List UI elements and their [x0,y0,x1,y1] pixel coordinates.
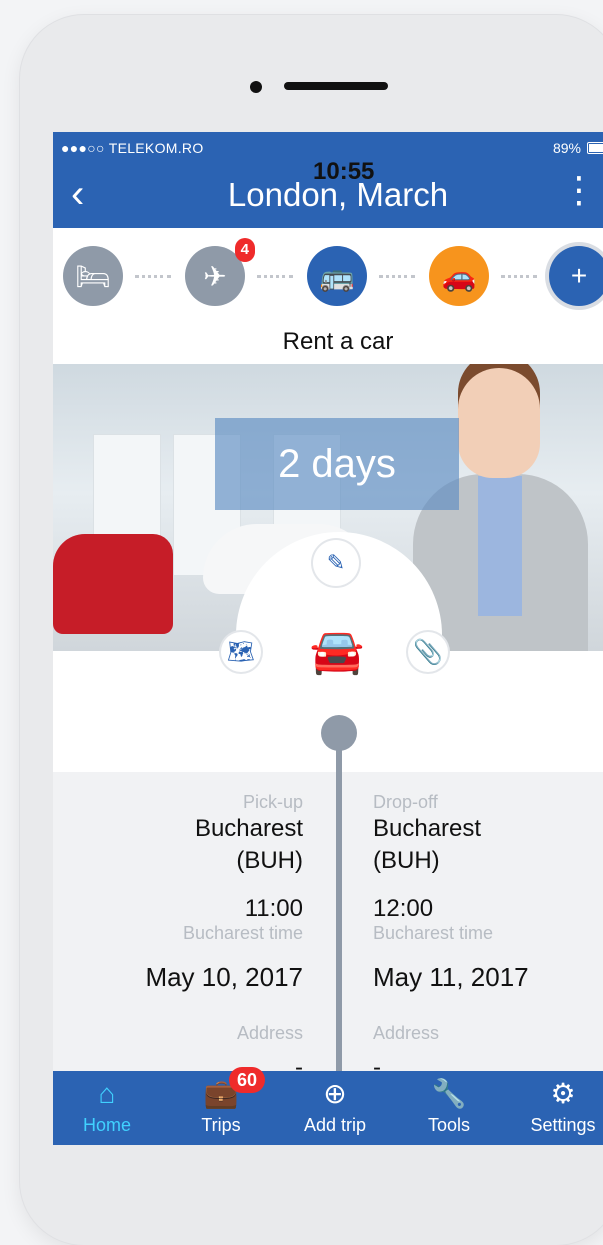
dropoff-date: May 11, 2017 [373,962,529,992]
nav-bar: ‹ London, March ⋮ [53,166,603,228]
tab-tools-label: Tools [427,1115,471,1135]
step-connector [379,275,415,278]
step-car[interactable]: 🚗 [429,246,489,306]
plus-circle-icon: ⊕ [323,1078,347,1109]
pickup-time: 11:00 [244,895,303,922]
dropoff-city: Bucharest [373,815,482,842]
car-icon: 🚘 [309,627,365,676]
attachment-button[interactable]: 📎 [408,632,448,672]
tab-trips[interactable]: 💼 60 Trips [171,1067,271,1141]
dropoff-timezone: Bucharest time [373,923,494,943]
more-vertical-icon: ⋮ [561,169,597,210]
duration-overlay: 2 days [215,418,459,510]
pickup-code: (BUH) [236,847,303,874]
timeline-dot [321,715,357,751]
page-title: London, March [227,176,449,213]
plus-icon: + [570,260,588,291]
step-connector [501,275,537,278]
dropoff-column: Drop-off Bucharest (BUH) 12:00 Bucharest… [373,772,603,1082]
section-title: Rent a car [282,328,394,355]
step-connector [257,275,293,278]
gear-icon: ⚙ [550,1078,576,1109]
head [458,368,540,478]
battery-icon [587,142,603,154]
pickup-date: May 10, 2017 [145,962,303,992]
status-bar: ●●●○○ TELEKOM.RO 10:55 89% [53,132,603,185]
pickup-label: Pick-up [242,792,303,812]
tab-settings[interactable]: ⚙ Settings [513,1077,603,1141]
pickup-column: Pick-up Bucharest (BUH) 11:00 Bucharest … [53,772,341,1082]
tab-bar: ⌂ Home 💼 60 Trips ⊕ Add trip 🔧 Tools ⚙ S… [53,1067,603,1145]
dropoff-code: (BUH) [373,847,440,874]
bed-icon: 🛏 [75,260,111,292]
map-icon: 🗺 [227,639,255,664]
map-button[interactable]: 🗺 [221,632,261,672]
dropoff-time: 12:00 [373,895,434,922]
trips-badge: 60 [229,1067,266,1093]
dropoff-label: Drop-off [373,792,438,812]
speaker-icon [284,82,388,90]
paperclip-icon: 📎 [413,638,443,666]
add-step-button[interactable]: + [549,246,603,306]
tab-home-label: Home [82,1115,131,1135]
bus-icon: 🚌 [319,260,355,292]
app-screen: ●●●○○ TELEKOM.RO 10:55 89% ‹ London, Mar… [53,132,603,1145]
tab-trips-label: Trips [201,1115,241,1135]
top-bar: ●●●○○ TELEKOM.RO 10:55 89% ‹ London, Mar… [53,132,603,228]
red-car [53,534,173,634]
tab-home[interactable]: ⌂ Home [57,1077,157,1141]
car-icon: 🚗 [441,260,477,292]
pickup-address-label: Address [236,1023,303,1043]
phone-frame: ●●●○○ TELEKOM.RO 10:55 89% ‹ London, Mar… [20,15,603,1245]
pickup-timezone: Bucharest time [182,923,303,943]
trip-steps: 🛏 ✈ 4 🚌 🚗 + [53,232,603,318]
airplane-icon: ✈ [203,260,227,292]
wrench-icon: 🔧 [431,1078,467,1109]
step-connector [135,275,171,278]
tab-settings-label: Settings [530,1115,596,1135]
dropoff-address-label: Address [373,1023,440,1043]
tab-add-trip-label: Add trip [303,1115,367,1135]
edit-button[interactable]: ✎ [313,540,359,586]
step-hotel[interactable]: 🛏 [63,246,123,306]
pickup-city: Bucharest [194,815,303,842]
tab-tools[interactable]: 🔧 Tools [399,1077,499,1141]
flight-badge: 4 [234,238,255,262]
pencil-icon: ✎ [326,550,346,575]
more-button[interactable]: ⋮ [561,170,597,210]
status-right: 89% [553,140,603,156]
step-flight[interactable]: ✈ 4 [185,238,255,306]
step-bus[interactable]: 🚌 [307,246,367,306]
carrier-label: ●●●○○ TELEKOM.RO [61,140,204,156]
camera-icon [250,81,262,93]
shirt [478,476,522,616]
rental-details: Pick-up Bucharest (BUH) 11:00 Bucharest … [53,772,603,1092]
battery-percent: 89% [552,140,581,156]
home-icon: ⌂ [98,1078,116,1109]
tab-add-trip[interactable]: ⊕ Add trip [285,1077,385,1141]
